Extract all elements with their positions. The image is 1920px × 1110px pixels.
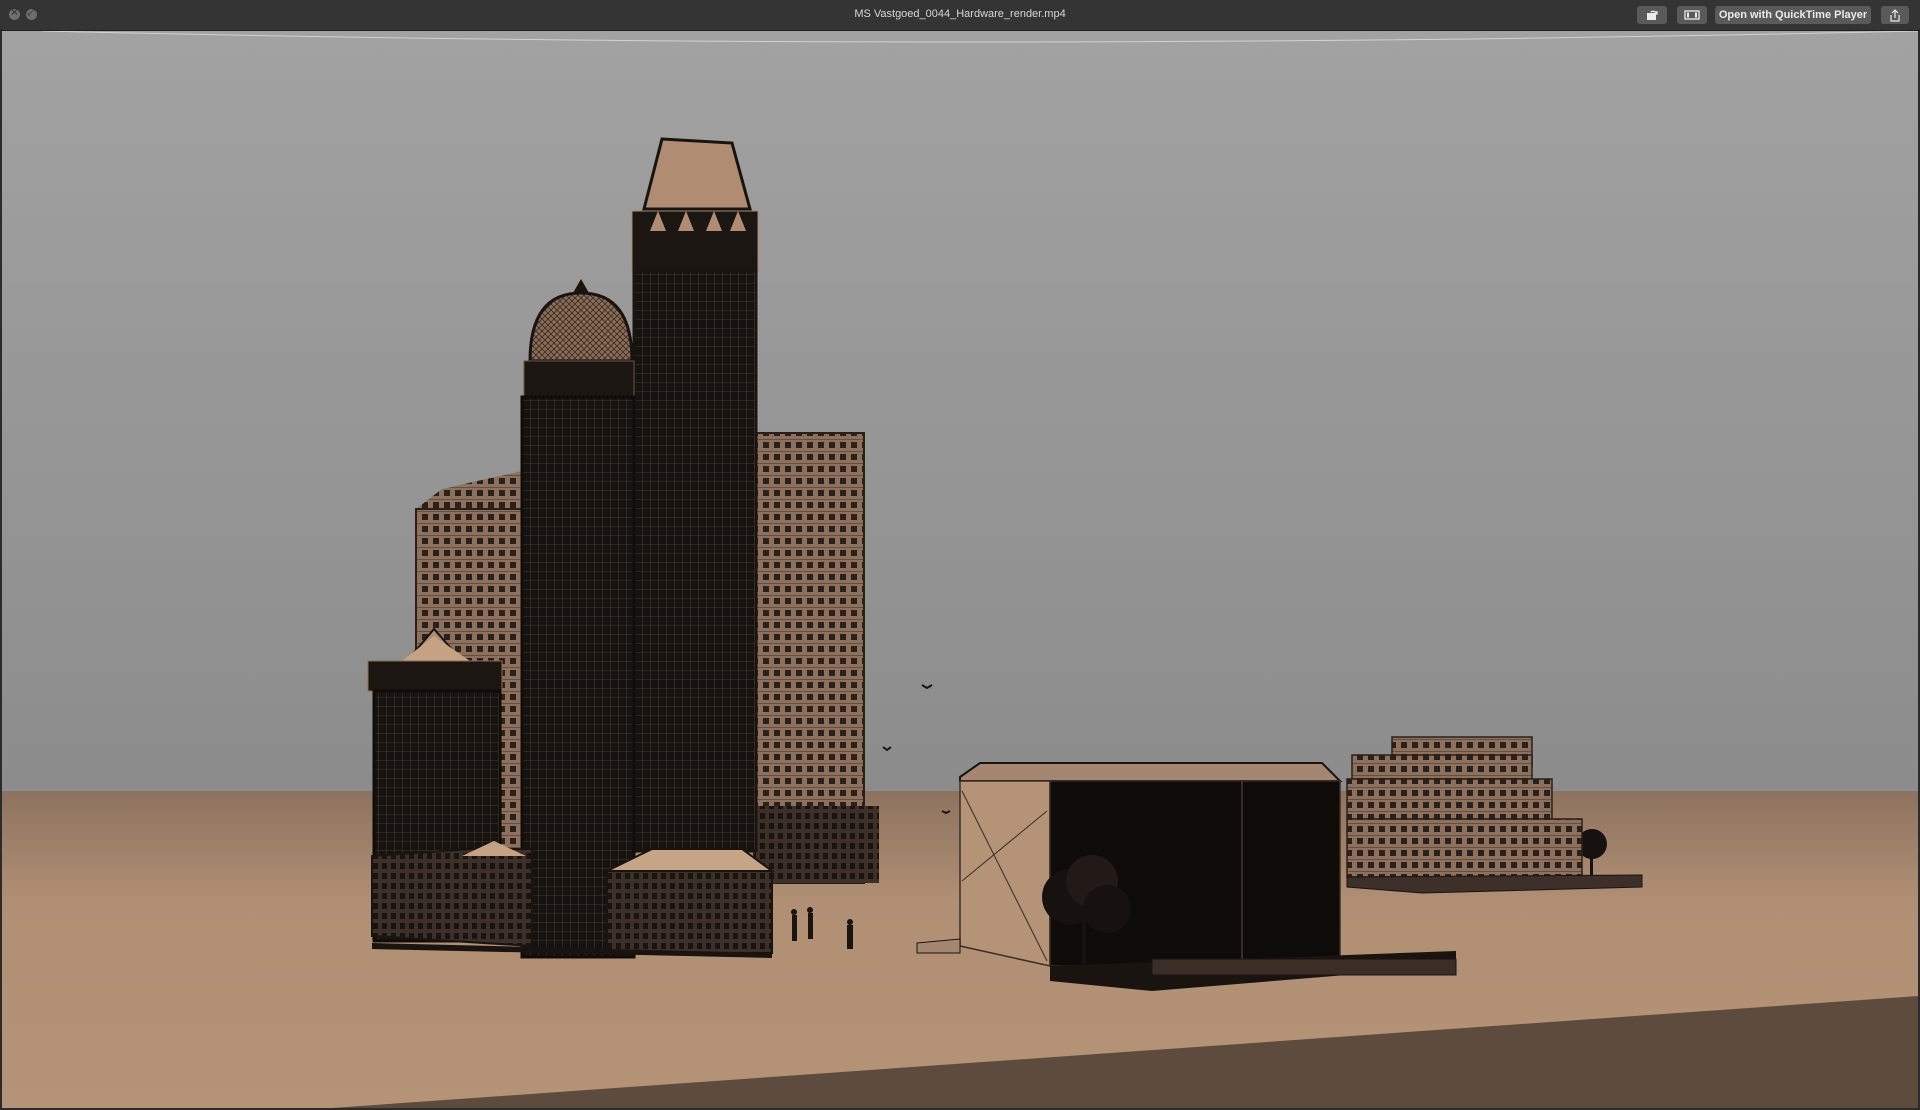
video-viewer[interactable] <box>2 31 1918 1108</box>
sky <box>2 31 1918 791</box>
podium-left <box>371 841 533 948</box>
title-bar: × ⤢ MS Vastgoed_0044_Hardware_render.mp4… <box>0 0 1920 31</box>
right-light-tower <box>753 432 879 884</box>
domed-tower <box>520 279 636 959</box>
window-title: MS Vastgoed_0044_Hardware_render.mp4 <box>854 8 1066 20</box>
rotate-icon <box>1647 10 1658 20</box>
trim-button[interactable] <box>1677 6 1707 24</box>
trim-icon <box>1684 10 1700 20</box>
rotate-button[interactable] <box>1637 6 1667 24</box>
podium-right <box>606 848 776 954</box>
render-frame <box>2 31 1918 1108</box>
main-tower <box>631 137 759 853</box>
share-icon <box>1890 8 1900 22</box>
open-with-quicktime-button[interactable]: Open with QuickTime Player <box>1715 6 1871 24</box>
share-button[interactable] <box>1881 6 1909 24</box>
quicklook-window: × ⤢ MS Vastgoed_0044_Hardware_render.mp4… <box>0 0 1920 1110</box>
